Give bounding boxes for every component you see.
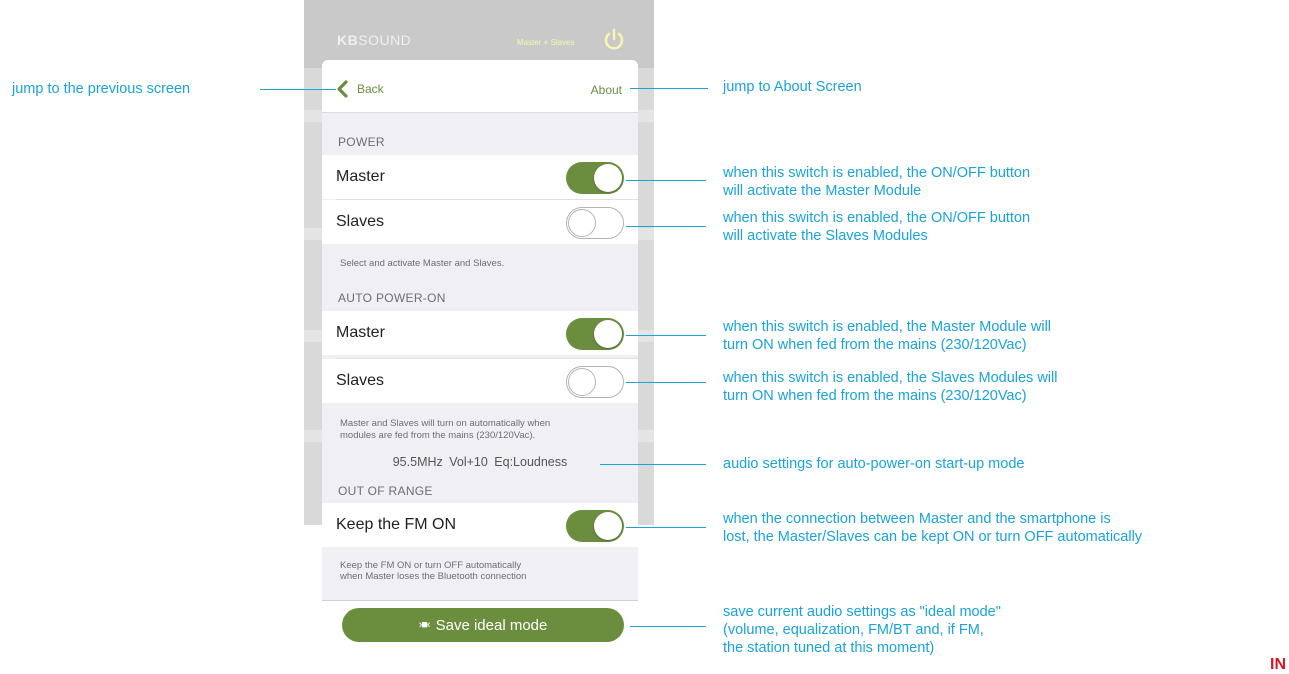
auto-slaves-label: Slaves <box>336 372 385 389</box>
annotation-power-slaves-1: when this switch is enabled, the ON/OFF … <box>723 210 1031 226</box>
annotation-about: jump to About Screen <box>723 79 862 95</box>
power-master-row: Master <box>322 155 638 199</box>
settings-panel: Back About POWER Master Slaves Select an… <box>322 60 638 654</box>
auto-power-note-line2: modules are fed from the mains (230/120V… <box>340 430 536 441</box>
annotation-auto-slaves-1: when this switch is enabled, the Slaves … <box>723 370 1058 386</box>
annotation-audio: audio settings for auto-power-on start-u… <box>723 456 1025 472</box>
keep-fm-label: Keep the FM ON <box>336 516 457 533</box>
back-button[interactable]: Back <box>336 80 384 98</box>
annotation-line <box>626 180 706 181</box>
save-bar: ›■‹ Save ideal mode <box>322 600 638 654</box>
annotation-auto-master-2: turn ON when fed from the mains (230/120… <box>723 337 1027 353</box>
auto-power-note-line1: Master and Slaves will turn on automatic… <box>340 418 551 429</box>
annotation-line <box>626 226 706 227</box>
ideal-mode-icon: ›■‹ <box>418 619 431 631</box>
annotation-save-2: (volume, equalization, FM/BT and, if FM, <box>723 622 984 638</box>
section-title-power: POWER <box>338 135 385 149</box>
mode-label: Master + Slaves <box>517 38 575 47</box>
power-slaves-label: Slaves <box>336 213 385 230</box>
about-button[interactable]: About <box>591 83 622 97</box>
out-of-range-note-line2: when Master loses the Bluetooth connecti… <box>340 571 527 582</box>
section-title-auto-power: AUTO POWER-ON <box>338 291 446 305</box>
auto-slaves-switch[interactable] <box>566 366 624 398</box>
annotation-power-master-1: when this switch is enabled, the ON/OFF … <box>723 165 1031 181</box>
annotation-fm-1: when the connection between Master and t… <box>723 511 1111 527</box>
auto-slaves-row: Slaves <box>322 359 638 403</box>
switch-knob <box>594 164 622 192</box>
annotation-auto-slaves-2: turn ON when fed from the mains (230/120… <box>723 388 1027 404</box>
annotation-save-1: save current audio settings as "ideal mo… <box>723 604 1001 620</box>
corner-mark: IN <box>1270 656 1286 673</box>
auto-master-switch[interactable] <box>566 318 624 350</box>
power-icon[interactable] <box>602 28 626 52</box>
section-title-out-of-range: OUT OF RANGE <box>338 484 433 498</box>
annotation-power-slaves-2: will activate the Slaves Modules <box>723 228 928 244</box>
annotation-line <box>626 382 706 383</box>
annotation-save-3: the station tuned at this moment) <box>723 640 935 656</box>
power-master-label: Master <box>336 168 385 185</box>
audio-settings-readout: 95.5MHz Vol+10 Eq:Loudness <box>392 455 568 469</box>
switch-knob <box>568 367 596 396</box>
keep-fm-row: Keep the FM ON <box>322 503 638 547</box>
annotation-auto-master-1: when this switch is enabled, the Master … <box>723 319 1052 335</box>
save-ideal-mode-label: Save ideal mode <box>435 616 548 634</box>
annotation-line <box>630 626 706 627</box>
keep-fm-switch[interactable] <box>566 510 624 542</box>
auto-master-label: Master <box>336 324 385 341</box>
annotation-line <box>626 527 706 528</box>
app-header: KBSOUND Master + Slaves <box>304 0 654 68</box>
brand-logo: KBSOUND <box>337 32 412 48</box>
switch-knob <box>568 208 596 237</box>
annotation-fm-2: lost, the Master/Slaves can be kept ON o… <box>723 529 1143 545</box>
annotation-line <box>626 335 706 336</box>
annotation-line <box>600 464 706 465</box>
save-ideal-mode-button[interactable]: ›■‹ Save ideal mode <box>342 608 624 642</box>
power-slaves-row: Slaves <box>322 200 638 244</box>
nav-bar: Back About <box>322 60 638 113</box>
annotation-power-master-2: will activate the Master Module <box>723 183 922 199</box>
switch-knob <box>594 320 622 348</box>
auto-master-row: Master <box>322 311 638 355</box>
chevron-left-icon <box>337 80 348 98</box>
annotation-back: jump to the previous screen <box>12 81 191 97</box>
power-note: Select and activate Master and Slaves. <box>340 258 505 269</box>
switch-knob <box>594 512 622 540</box>
power-slaves-switch[interactable] <box>566 207 624 239</box>
annotation-line <box>630 88 708 89</box>
back-label: Back <box>357 82 384 96</box>
power-master-switch[interactable] <box>566 162 624 194</box>
annotation-line <box>260 89 336 90</box>
